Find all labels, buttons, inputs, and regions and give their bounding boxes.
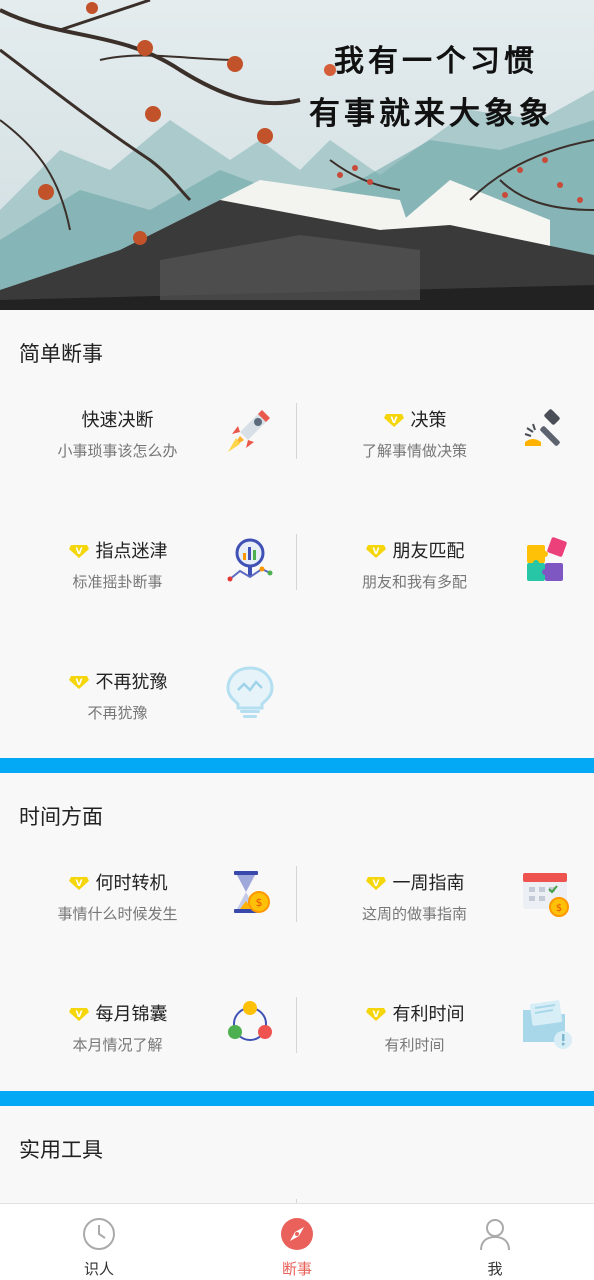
tab-label: 我	[487, 1261, 503, 1278]
section-title: 时间方面	[19, 806, 103, 829]
vip-badge-icon: V	[68, 676, 89, 689]
svg-text:V: V	[75, 879, 82, 889]
card-title: V 每月锦囊	[0, 1000, 235, 1028]
section-divider	[0, 758, 594, 773]
svg-text:V: V	[372, 879, 379, 889]
card-subtitle: 不再犹豫	[87, 705, 148, 722]
tab-me[interactable]: 我	[396, 1204, 594, 1280]
banner-slogan: 我有一个习惯 有事就来大象象	[309, 36, 554, 133]
banner-image[interactable]: 我有一个习惯 有事就来大象象	[0, 0, 594, 310]
svg-text:$: $	[256, 896, 263, 909]
svg-text:V: V	[75, 1010, 82, 1020]
puzzle-icon	[527, 537, 567, 581]
lightbulb-icon	[226, 666, 274, 718]
card-guidance[interactable]: V 指点迷津 标准摇卦断事	[0, 537, 297, 647]
card-subtitle: 标准摇卦断事	[72, 574, 163, 591]
card-subtitle: 小事琐事该怎么办	[57, 443, 178, 460]
vip-badge-icon: V	[68, 545, 89, 558]
banner-line-2: 有事就来大象象	[309, 96, 554, 132]
rocket-icon	[228, 410, 270, 452]
card-subtitle: 了解事情做决策	[361, 443, 467, 460]
vip-badge-icon: V	[365, 877, 386, 890]
card-decision[interactable]: V 决策 了解事情做决策	[297, 406, 594, 516]
card-turning-point[interactable]: V 何时转机 事情什么时候发生 $	[0, 869, 297, 979]
compass-icon	[281, 1218, 313, 1250]
vip-badge-icon: V	[365, 545, 386, 558]
svg-text:V: V	[75, 547, 82, 557]
card-weekly-guide[interactable]: V 一周指南 这周的做事指南 $	[297, 869, 594, 979]
card-title: 快速决断	[81, 410, 154, 430]
card-title: V 有利时间	[297, 1000, 532, 1028]
user-icon	[480, 1219, 510, 1251]
section-title: 实用工具	[19, 1139, 103, 1162]
card-title: V 决策	[297, 406, 532, 434]
section-simple-decisions: 简单断事 快速决断 小事琐事该怎么办 V 决策 了解事情做决策 V 指点迷津 标…	[0, 310, 594, 758]
vip-badge-icon: V	[365, 1008, 386, 1021]
gavel-icon	[524, 409, 560, 446]
tab-decide[interactable]: 断事	[198, 1204, 396, 1280]
card-title: V 不再犹豫	[0, 668, 235, 696]
card-title: V 指点迷津	[0, 537, 235, 565]
clock-icon	[83, 1218, 115, 1250]
section-tools: 实用工具	[0, 1106, 594, 1205]
card-title: V 何时转机	[0, 869, 235, 897]
calendar-coin-icon: $	[523, 873, 569, 917]
card-subtitle: 朋友和我有多配	[361, 574, 467, 591]
card-friend-match[interactable]: V 朋友匹配 朋友和我有多配	[297, 537, 594, 647]
card-quick-decision[interactable]: 快速决断 小事琐事该怎么办	[0, 406, 297, 516]
card-subtitle: 这周的做事指南	[361, 906, 467, 923]
bottom-tab-bar: 识人 断事 我	[0, 1203, 594, 1280]
card-subtitle: 有利时间	[384, 1037, 445, 1054]
svg-text:V: V	[390, 416, 397, 426]
tab-label: 断事	[281, 1261, 312, 1278]
tab-label: 识人	[83, 1261, 114, 1278]
tab-know-people[interactable]: 识人	[0, 1204, 198, 1280]
section-divider	[0, 1091, 594, 1106]
hourglass-coin-icon: $	[234, 871, 270, 913]
card-title: V 一周指南	[297, 869, 532, 897]
magnifier-chart-icon	[227, 538, 273, 582]
folder-alert-icon	[523, 1000, 572, 1049]
vip-badge-icon: V	[68, 1008, 89, 1021]
card-subtitle: 事情什么时候发生	[57, 906, 178, 923]
vip-badge-icon: V	[383, 414, 404, 427]
section-time: 时间方面 V 何时转机 事情什么时候发生 $ V 一周指南 这周的做事指南 $ …	[0, 773, 594, 1091]
cycle-dots-icon	[228, 1001, 272, 1041]
svg-text:V: V	[372, 547, 379, 557]
banner-line-1: 我有一个习惯	[334, 44, 538, 79]
card-subtitle: 本月情况了解	[72, 1037, 163, 1054]
svg-text:V: V	[75, 678, 82, 688]
card-title: V 朋友匹配	[297, 537, 532, 565]
vip-badge-icon: V	[68, 877, 89, 890]
section-title: 简单断事	[19, 343, 103, 366]
svg-text:V: V	[372, 1010, 379, 1020]
svg-text:$: $	[556, 903, 562, 914]
